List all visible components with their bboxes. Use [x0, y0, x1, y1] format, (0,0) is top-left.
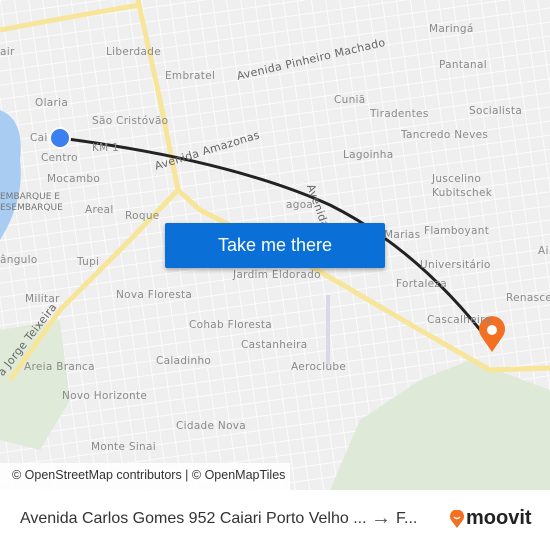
map-label: Cascalheira [427, 314, 492, 326]
map-label: Embratel [165, 70, 216, 82]
map-attribution[interactable]: © OpenStreetMap contributors | © OpenMap… [0, 463, 290, 490]
map-label: ângulo [0, 254, 38, 266]
map-label: Caladinho [156, 355, 212, 367]
map-label: Tupi [77, 256, 100, 268]
map-label: Fortaleza [396, 278, 447, 290]
map-label: Marias [384, 229, 421, 241]
map-label: Lagoinha [343, 149, 394, 161]
map-label: Cohab Floresta [189, 319, 272, 331]
map-label: Juscelino [432, 173, 482, 185]
map-label: Mocambo [47, 173, 101, 185]
map-label: Aeroclube [291, 361, 347, 373]
take-me-there-button[interactable]: Take me there [165, 223, 385, 268]
map-label: São Cristóvão [92, 115, 169, 127]
footer: Avenida Carlos Gomes 952 Caiari Porto Ve… [0, 490, 550, 550]
map-label: Pantanal [439, 59, 487, 71]
map-label: Tiradentes [370, 108, 429, 120]
map-label: Universitário [420, 259, 491, 271]
map-label: Novo Horizonte [62, 390, 148, 402]
route-origin-title: Avenida Carlos Gomes 952 Caiari Porto Ve… [20, 510, 367, 527]
map-label: Ai [538, 245, 549, 257]
map-label: Monte Sinai [91, 441, 156, 453]
map-label: Maringá [429, 23, 474, 35]
map-label: EMBARQUE E [0, 192, 60, 202]
map-label: Socialista [469, 105, 523, 117]
moovit-pin-icon [450, 509, 464, 528]
route-destination-title: F... [396, 510, 418, 527]
runway [326, 295, 330, 365]
map-label: Castanheira [241, 339, 308, 351]
origin-marker[interactable] [49, 127, 71, 149]
map-label: Cai [30, 132, 48, 144]
map-label: Jardim Eldorado [233, 269, 321, 281]
map-label: Militar [25, 293, 60, 305]
map-label: Flamboyant [424, 225, 490, 237]
map-label: ESEMBARQUE [0, 203, 63, 213]
map-label: Cuniã [334, 94, 366, 106]
map-label: Tancredo Neves [401, 129, 489, 141]
map-label: Olaria [35, 97, 69, 109]
map-label: Areia Branca [24, 361, 95, 373]
map-label: Areal [85, 204, 114, 216]
map-label: Centro [41, 152, 78, 164]
map-label: Liberdade [106, 46, 161, 58]
map-label: Roque [125, 210, 160, 222]
map-label: Cidade Nova [176, 420, 247, 432]
map-label: Kubitschek [432, 187, 493, 199]
moovit-logo: moovit [450, 507, 532, 530]
map-label: Nova Floresta [116, 289, 193, 301]
map[interactable]: Liberdade Embratel Olaria São Cristóvão … [0, 0, 550, 490]
map-label: air [0, 46, 15, 58]
map-label: Renasce [506, 292, 550, 304]
map-label: KM 1 [92, 142, 120, 154]
arrow-right-icon: → [371, 507, 391, 529]
